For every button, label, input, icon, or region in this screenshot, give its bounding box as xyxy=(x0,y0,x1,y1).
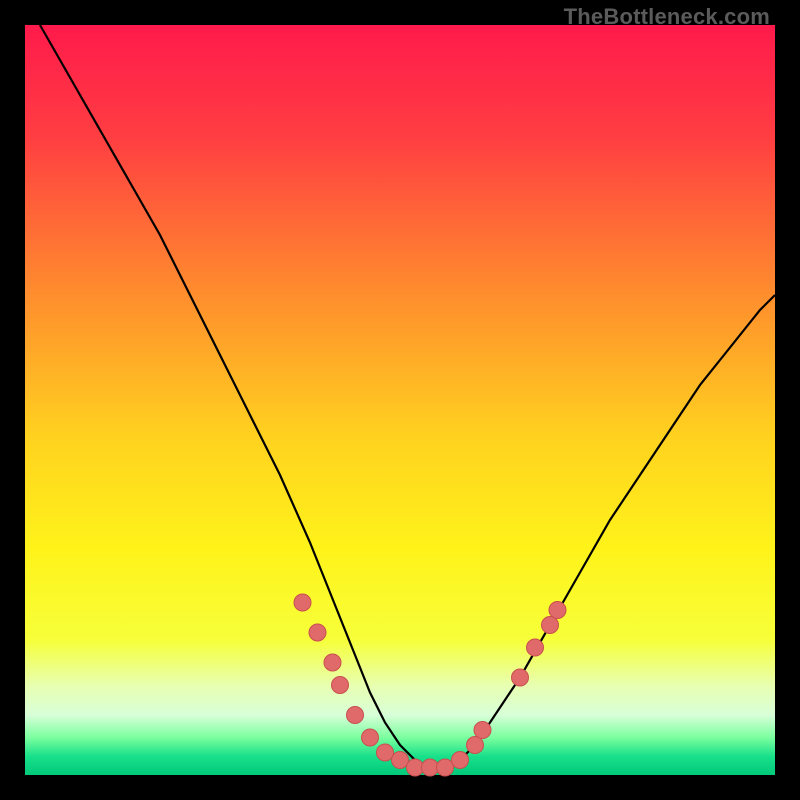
scatter-dot xyxy=(347,707,364,724)
scatter-dot xyxy=(407,759,424,776)
scatter-dot xyxy=(437,759,454,776)
bottleneck-curve xyxy=(40,25,775,768)
scatter-dot xyxy=(294,594,311,611)
scatter-dot xyxy=(527,639,544,656)
scatter-dot xyxy=(542,617,559,634)
scatter-dot xyxy=(512,669,529,686)
scatter-dot xyxy=(474,722,491,739)
plot-frame xyxy=(25,25,775,775)
scatter-dot xyxy=(377,744,394,761)
scatter-dot xyxy=(362,729,379,746)
scatter-dot xyxy=(309,624,326,641)
plot-svg xyxy=(25,25,775,775)
scatter-dot xyxy=(392,752,409,769)
scatter-dot xyxy=(452,752,469,769)
scatter-dot xyxy=(324,654,341,671)
scatter-dots xyxy=(294,594,566,776)
scatter-dot xyxy=(467,737,484,754)
scatter-dot xyxy=(549,602,566,619)
scatter-dot xyxy=(422,759,439,776)
scatter-dot xyxy=(332,677,349,694)
